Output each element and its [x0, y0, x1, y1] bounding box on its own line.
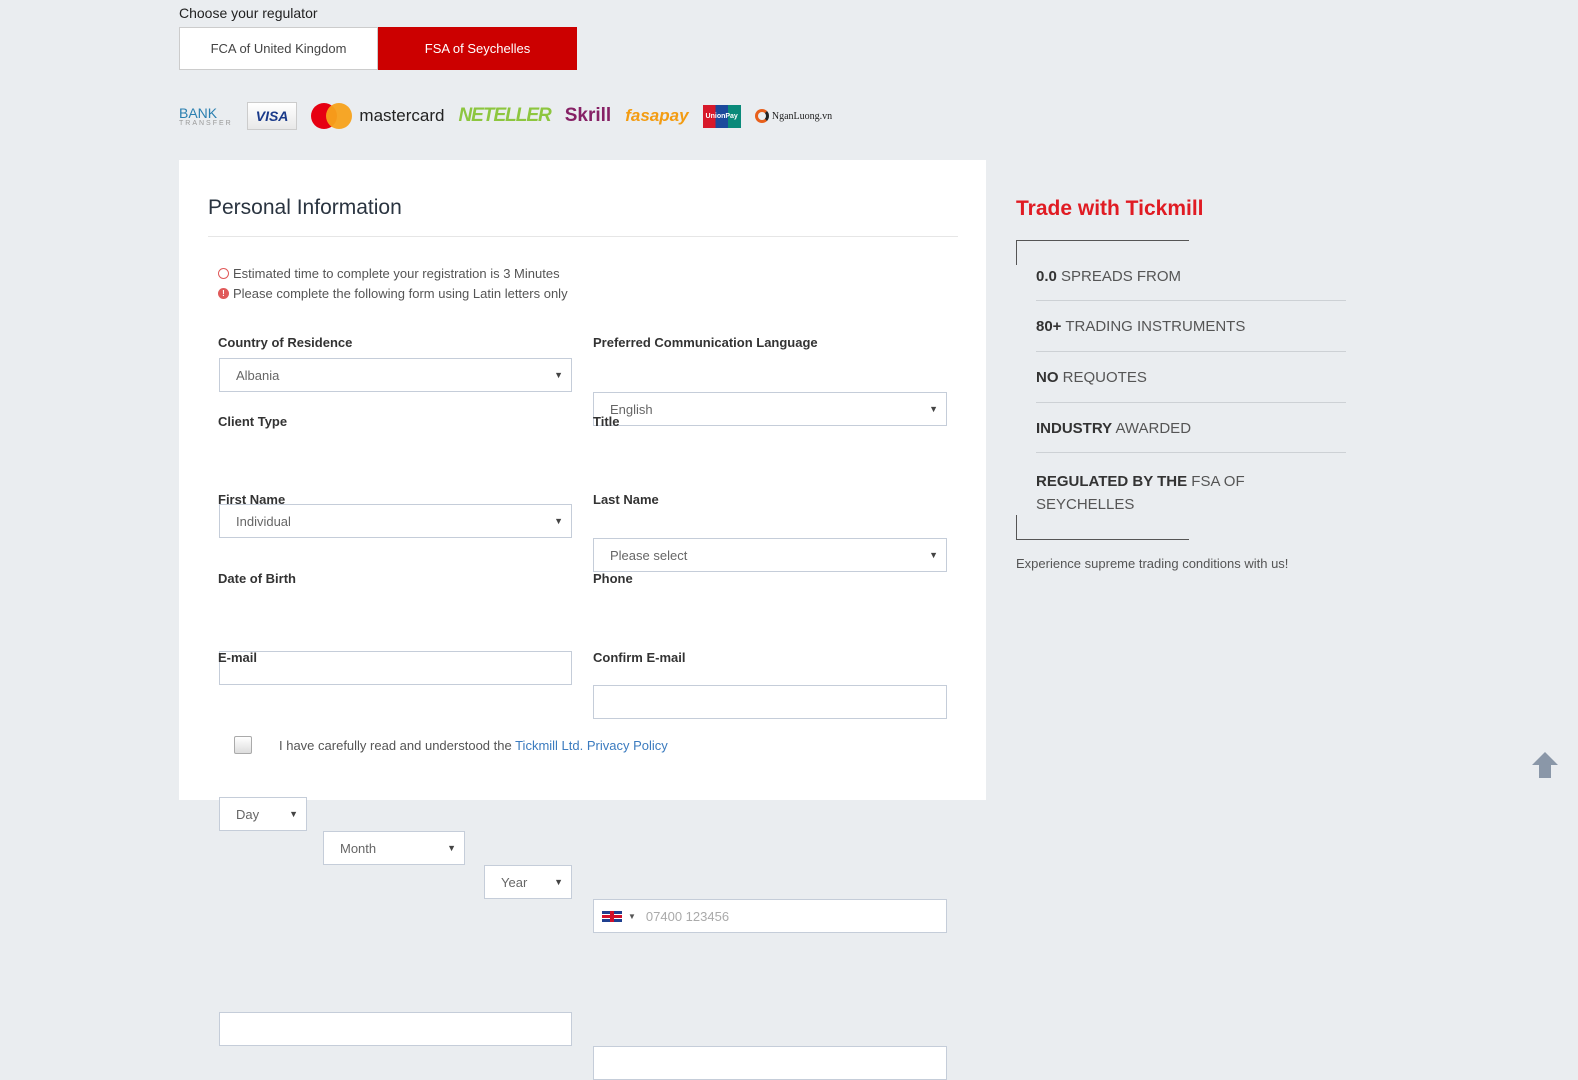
dob-day-select[interactable]: Day ▼ [219, 797, 307, 831]
day-value: Day [236, 806, 260, 822]
title-label: Title [593, 414, 620, 429]
country-select[interactable]: Albania ▼ [219, 358, 572, 392]
client-type-select[interactable]: Individual ▼ [219, 504, 572, 538]
feature-regulated: REGULATED BY THE FSA OF SEYCHELLES [1036, 453, 1276, 519]
first-name-input[interactable] [219, 651, 572, 685]
consent-label: I have carefully read and understood the [279, 738, 516, 753]
month-value: Month [340, 840, 377, 856]
phone-input[interactable]: ▼ 07400 123456 [593, 899, 947, 933]
payment-logos: BANK TRANSFER VISA mastercard NETELLER S… [179, 100, 832, 132]
confirm-email-input[interactable] [593, 1046, 947, 1080]
feature-bold: REGULATED BY THE [1036, 473, 1188, 490]
time-note: Estimated time to complete your registra… [218, 266, 560, 281]
email-input[interactable] [219, 1012, 572, 1046]
last-name-label: Last Name [593, 492, 659, 507]
client-type-label: Client Type [218, 414, 288, 429]
phone-label: Phone [593, 571, 633, 586]
arrow-up-icon [1532, 752, 1558, 778]
unionpay-logo: UnionPay [702, 104, 741, 128]
country-label: Country of Residence [218, 335, 353, 350]
latin-note-text: Please complete the following form using… [233, 286, 568, 301]
title-value: Please select [610, 547, 688, 563]
feature-bold: INDUSTRY [1036, 420, 1113, 437]
feature-text: AWARDED [1112, 420, 1192, 437]
uk-flag-icon[interactable] [602, 910, 622, 922]
email-label: E-mail [218, 650, 258, 665]
first-name-label: First Name [218, 492, 286, 507]
nganluong-icon [754, 109, 769, 123]
nganluong-text: NganLuong.vn [771, 110, 833, 122]
dob-month-select[interactable]: Month ▼ [323, 831, 465, 865]
transfer-text: TRANSFER [179, 119, 233, 127]
feature-text: SPREADS FROM [1056, 268, 1182, 285]
mastercard-logo: mastercard [311, 103, 444, 129]
feature-awarded: INDUSTRY AWARDED [1036, 403, 1346, 453]
feature-text: REQUOTES [1058, 369, 1147, 386]
neteller-logo: NETELLER [458, 105, 551, 126]
form-title: Personal Information [208, 196, 402, 219]
chevron-down-icon: ▼ [554, 370, 563, 380]
bracket-bottom [1016, 515, 1189, 540]
country-code-chevron-icon[interactable]: ▼ [628, 912, 636, 921]
regulator-fca-button[interactable]: FCA of United Kingdom [179, 27, 378, 70]
fasapay-logo: fasapay [625, 106, 689, 125]
language-select[interactable]: English ▼ [593, 392, 947, 426]
time-note-text: Estimated time to complete your registra… [233, 266, 560, 281]
divider [208, 236, 958, 237]
exclamation-icon: ! [218, 288, 229, 299]
chevron-down-icon: ▼ [289, 809, 298, 819]
feature-bold: 80+ [1036, 318, 1062, 335]
feature-instruments: 80+ TRADING INSTRUMENTS [1036, 301, 1346, 352]
feature-bold: 0.0 [1036, 268, 1057, 285]
dob-label: Date of Birth [218, 571, 296, 586]
feature-spreads: 0.0 SPREADS FROM [1036, 252, 1346, 301]
regulator-label: Choose your regulator [179, 5, 318, 21]
feature-text: TRADING INSTRUMENTS [1061, 318, 1246, 335]
chevron-down-icon: ▼ [447, 843, 456, 853]
chevron-down-icon: ▼ [929, 404, 938, 414]
side-title: Trade with Tickmill [1016, 197, 1204, 220]
last-name-input[interactable] [593, 685, 947, 719]
privacy-checkbox[interactable] [234, 736, 252, 754]
skrill-logo: Skrill [564, 105, 612, 126]
side-tagline: Experience supreme trading conditions wi… [1016, 556, 1289, 571]
chevron-down-icon: ▼ [929, 550, 938, 560]
chevron-down-icon: ▼ [554, 877, 563, 887]
consent-text: I have carefully read and understood the… [279, 738, 668, 753]
privacy-policy-link[interactable]: Tickmill Ltd. Privacy Policy [515, 738, 668, 753]
bank-transfer-logo: BANK TRANSFER [179, 106, 233, 127]
language-label: Preferred Communication Language [593, 335, 818, 350]
scroll-to-top-button[interactable] [1530, 750, 1560, 780]
dob-year-select[interactable]: Year ▼ [484, 865, 572, 899]
confirm-email-label: Confirm E-mail [593, 650, 686, 665]
country-value: Albania [236, 367, 280, 383]
title-select[interactable]: Please select ▼ [593, 538, 947, 572]
client-type-value: Individual [236, 513, 291, 529]
bank-text: BANK [179, 104, 218, 121]
feature-requotes: NO REQUOTES [1036, 352, 1346, 403]
regulator-fsa-button[interactable]: FSA of Seychelles [378, 27, 577, 70]
nganluong-logo: NganLuong.vn [754, 109, 833, 123]
year-value: Year [501, 874, 528, 890]
mastercard-circles-icon [311, 103, 353, 129]
mastercard-text: mastercard [359, 106, 445, 125]
phone-placeholder: 07400 123456 [645, 908, 730, 924]
chevron-down-icon: ▼ [554, 516, 563, 526]
latin-note: ! Please complete the following form usin… [218, 286, 568, 301]
visa-logo: VISA [246, 102, 298, 130]
clock-icon [218, 268, 229, 279]
feature-bold: NO [1036, 369, 1059, 386]
